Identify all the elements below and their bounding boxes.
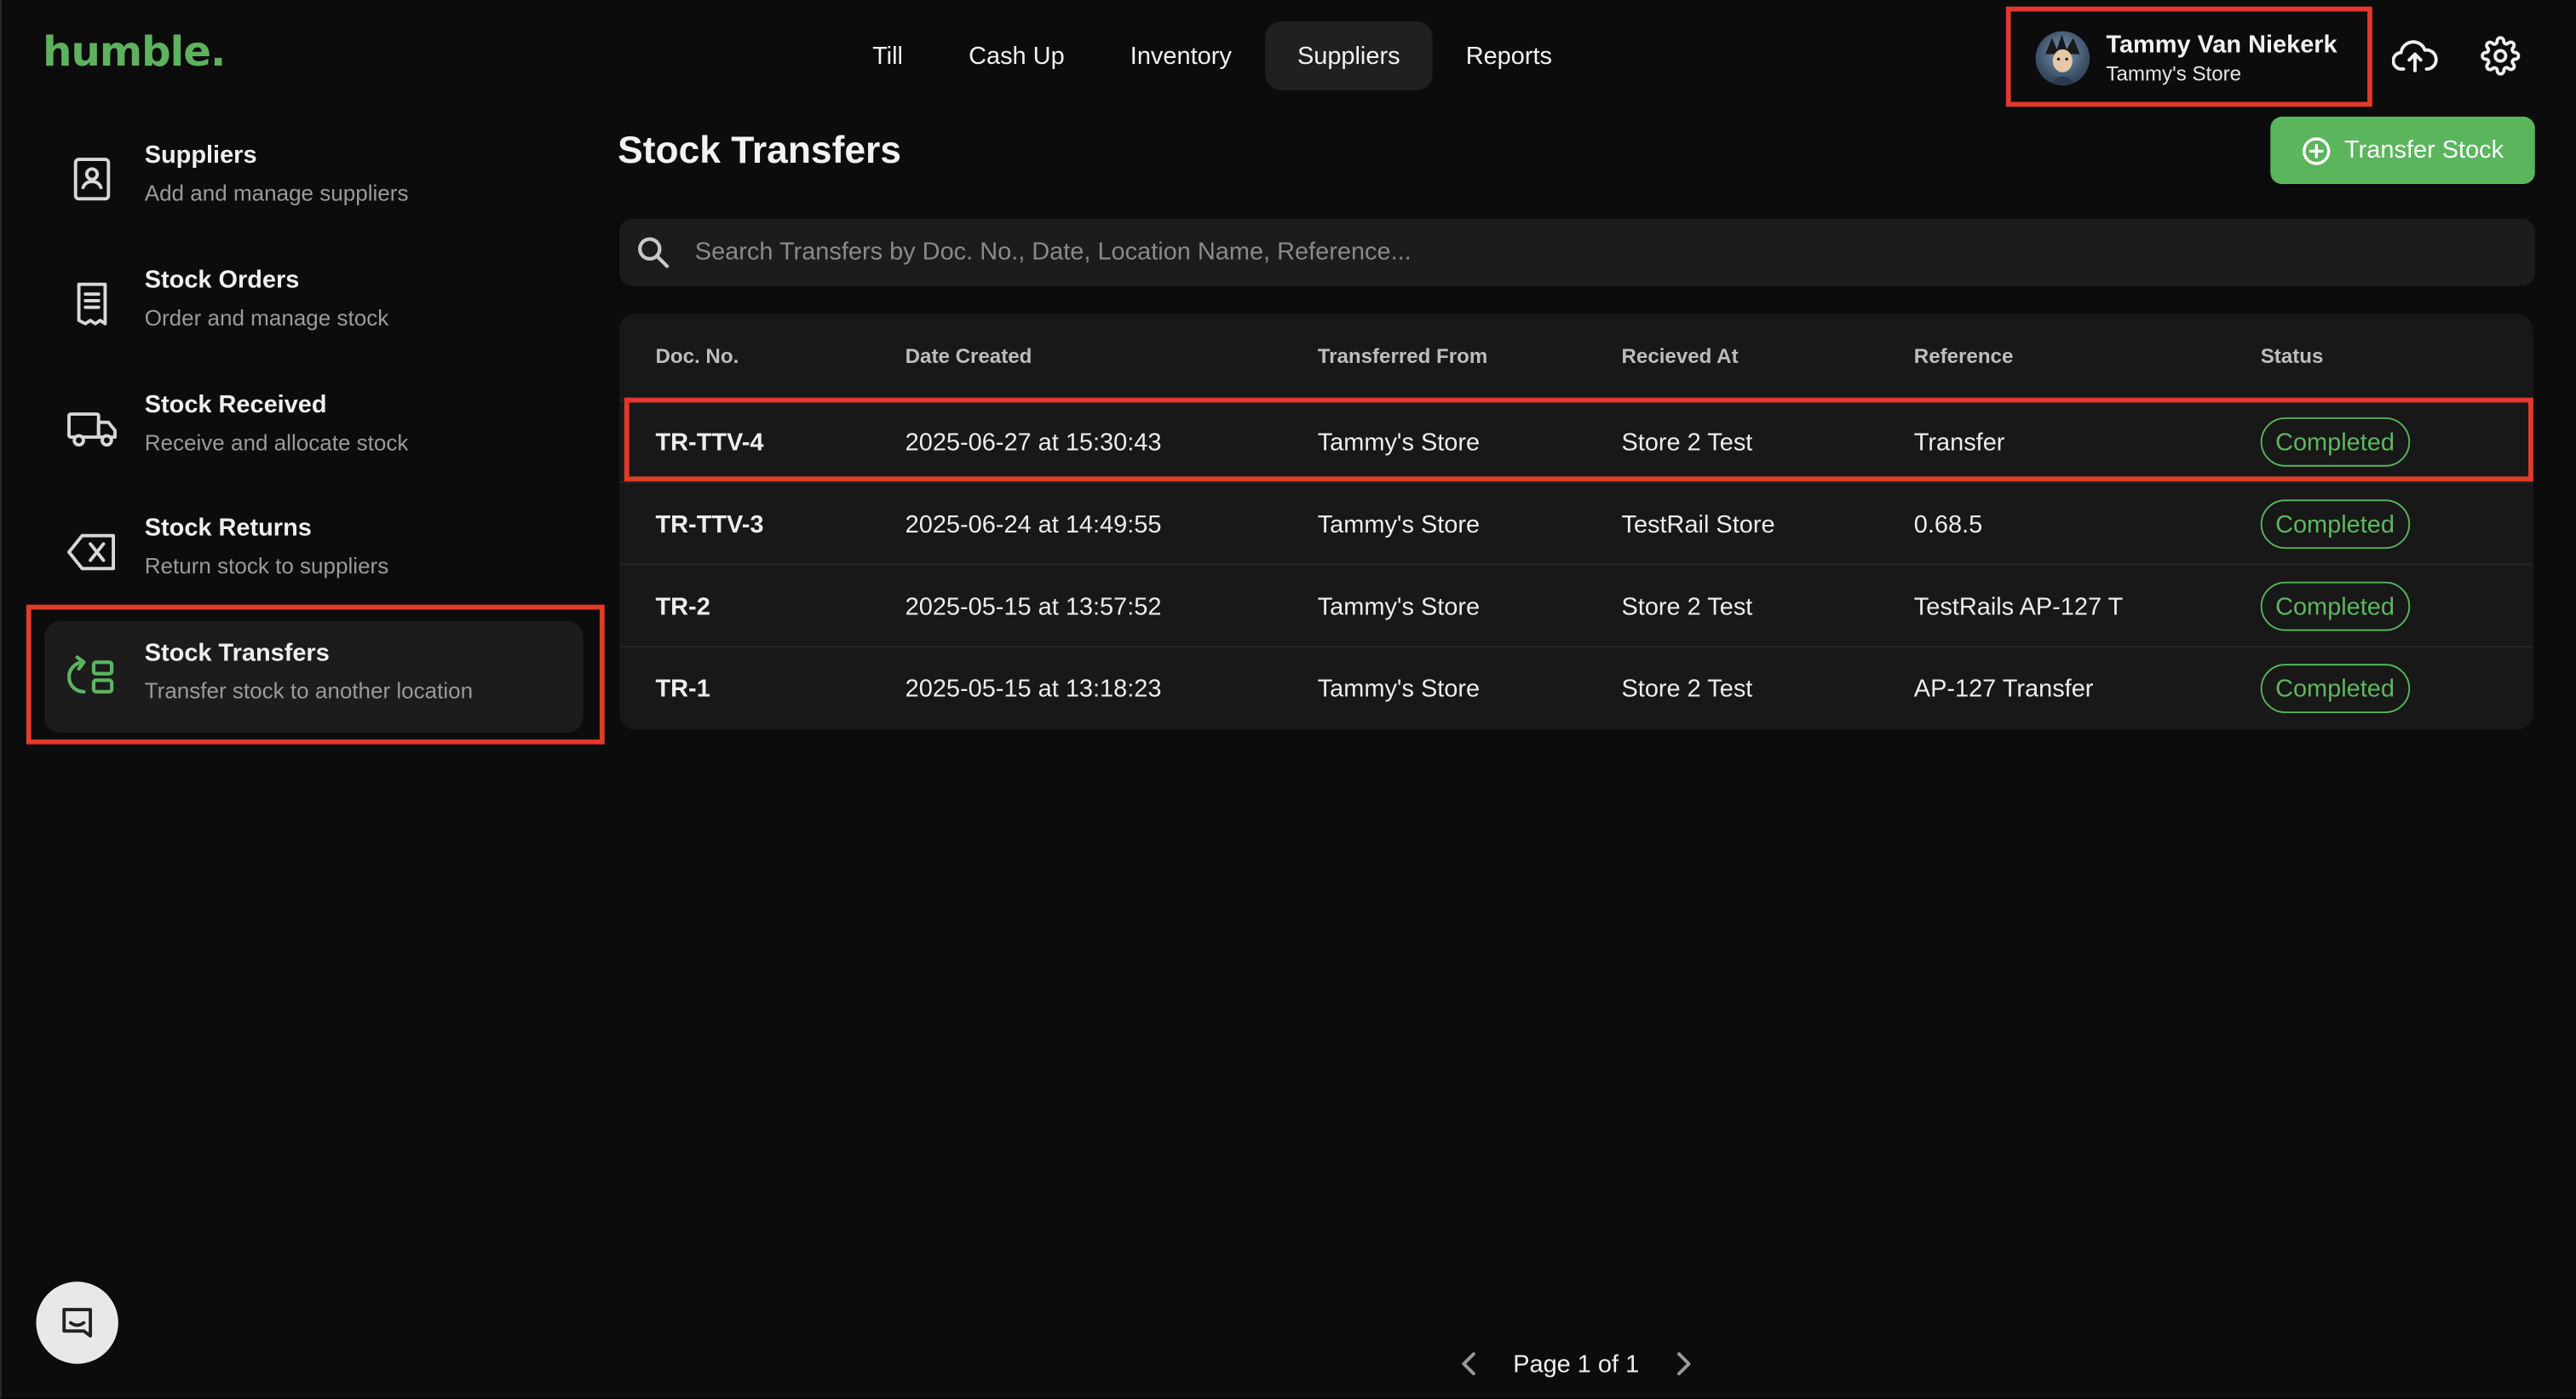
- status-badge: Completed: [2260, 499, 2410, 550]
- row-selection-highlight: [624, 397, 2533, 482]
- sidebar-item-title: Stock Returns: [144, 514, 312, 543]
- column-header-received-at[interactable]: Recieved At: [1621, 345, 1738, 368]
- received-at: TestRail Store: [1621, 510, 1775, 538]
- search-bar: [619, 218, 2535, 286]
- date-created: 2025-05-15 at 13:18:23: [905, 674, 1162, 703]
- tab-suppliers[interactable]: Suppliers: [1264, 21, 1434, 91]
- receipt-icon: [64, 276, 120, 332]
- sidebar-item-title: Stock Orders: [144, 266, 300, 295]
- sidebar-item-suppliers[interactable]: Suppliers Add and manage suppliers: [44, 124, 584, 235]
- humble-logo[interactable]: humble.: [43, 28, 226, 76]
- sidebar-item-title: Stock Received: [144, 390, 327, 419]
- sidebar-item-stock-received[interactable]: Stock Received Receive and allocate stoc…: [44, 373, 584, 485]
- transfer-stock-button[interactable]: Transfer Stock: [2270, 116, 2535, 184]
- chevron-left-icon[interactable]: [1447, 1343, 1490, 1385]
- chat-icon: [62, 1308, 92, 1338]
- doc-number: TR-1: [655, 674, 710, 703]
- reference: 0.68.5: [1913, 510, 1983, 538]
- chevron-right-icon[interactable]: [1662, 1343, 1705, 1385]
- doc-number: TR-TTV-3: [655, 510, 764, 538]
- column-header-transferred-from[interactable]: Transferred From: [1318, 345, 1488, 368]
- top-navigation: Till Cash Up Inventory Suppliers Reports: [839, 21, 1584, 91]
- transferred-from: Tammy's Store: [1317, 674, 1481, 703]
- transferred-from: Tammy's Store: [1317, 592, 1481, 621]
- column-header-doc-no[interactable]: Doc. No.: [655, 345, 739, 368]
- page-title: Stock Transfers: [618, 128, 902, 171]
- sidebar-item-stock-orders[interactable]: Stock Orders Order and manage stock: [44, 248, 584, 360]
- sidebar-item-subtitle: Add and manage suppliers: [144, 181, 409, 206]
- column-header-date-created[interactable]: Date Created: [906, 345, 1032, 368]
- status-cell: Completed: [2260, 483, 2410, 565]
- doc-number: TR-2: [655, 592, 710, 621]
- transferred-from: Tammy's Store: [1317, 510, 1481, 538]
- cloud-upload-icon[interactable]: [2385, 26, 2444, 85]
- user-store: Tammy's Store: [2106, 62, 2242, 86]
- tab-inventory[interactable]: Inventory: [1097, 21, 1264, 90]
- status-badge: Completed: [2260, 581, 2410, 631]
- table-row[interactable]: TR-TTV-3 2025-06-24 at 14:49:55 Tammy's …: [619, 481, 2533, 563]
- date-created: 2025-05-15 at 13:57:52: [905, 592, 1162, 621]
- status-cell: Completed: [2260, 648, 2410, 729]
- pagination: Page 1 of 1: [1447, 1341, 1705, 1387]
- tab-till[interactable]: Till: [839, 21, 935, 90]
- truck-icon: [64, 401, 120, 458]
- status-cell: Completed: [2260, 565, 2410, 647]
- user-name: Tammy Van Niekerk: [2106, 31, 2337, 60]
- sidebar-item-subtitle: Return stock to suppliers: [144, 553, 389, 579]
- reference: TestRails AP-127 T: [1913, 592, 2124, 621]
- status-badge: Completed: [2260, 664, 2410, 713]
- reference: AP-127 Transfer: [1913, 674, 2094, 703]
- column-header-status[interactable]: Status: [2261, 345, 2324, 368]
- backspace-x-icon: [64, 524, 120, 580]
- received-at: Store 2 Test: [1621, 592, 1753, 621]
- tab-reports[interactable]: Reports: [1433, 21, 1584, 90]
- table-row[interactable]: TR-1 2025-05-15 at 13:18:23 Tammy's Stor…: [619, 645, 2533, 729]
- sidebar-item-subtitle: Order and manage stock: [144, 305, 389, 331]
- page-indicator: Page 1 of 1: [1513, 1350, 1640, 1379]
- date-created: 2025-06-24 at 14:49:55: [905, 510, 1162, 538]
- gear-icon[interactable]: [2471, 26, 2530, 85]
- sidebar-item-stock-returns[interactable]: Stock Returns Return stock to suppliers: [44, 496, 584, 607]
- chat-launcher-button[interactable]: [36, 1281, 118, 1364]
- search-icon: [638, 237, 670, 268]
- table-row[interactable]: TR-2 2025-05-15 at 13:57:52 Tammy's Stor…: [619, 563, 2533, 645]
- sidebar-item-title: Suppliers: [144, 141, 257, 170]
- supplier-contact-icon: [64, 151, 120, 207]
- avatar: [2035, 31, 2090, 86]
- sidebar-item-subtitle: Receive and allocate stock: [144, 430, 409, 456]
- tab-cash-up[interactable]: Cash Up: [936, 21, 1098, 90]
- transfers-table: Doc. No. Date Created Transferred From R…: [619, 314, 2533, 730]
- app-window: humble. Till Cash Up Inventory Suppliers…: [0, 0, 2576, 1399]
- transfer-stock-label: Transfer Stock: [2344, 136, 2504, 164]
- received-at: Store 2 Test: [1621, 674, 1753, 703]
- plus-circle-icon: [2303, 136, 2331, 164]
- user-profile[interactable]: Tammy Van Niekerk Tammy's Store: [2005, 6, 2372, 107]
- column-header-reference[interactable]: Reference: [1914, 345, 2014, 368]
- search-input[interactable]: [691, 218, 2499, 286]
- sidebar-selection-highlight: [26, 604, 605, 745]
